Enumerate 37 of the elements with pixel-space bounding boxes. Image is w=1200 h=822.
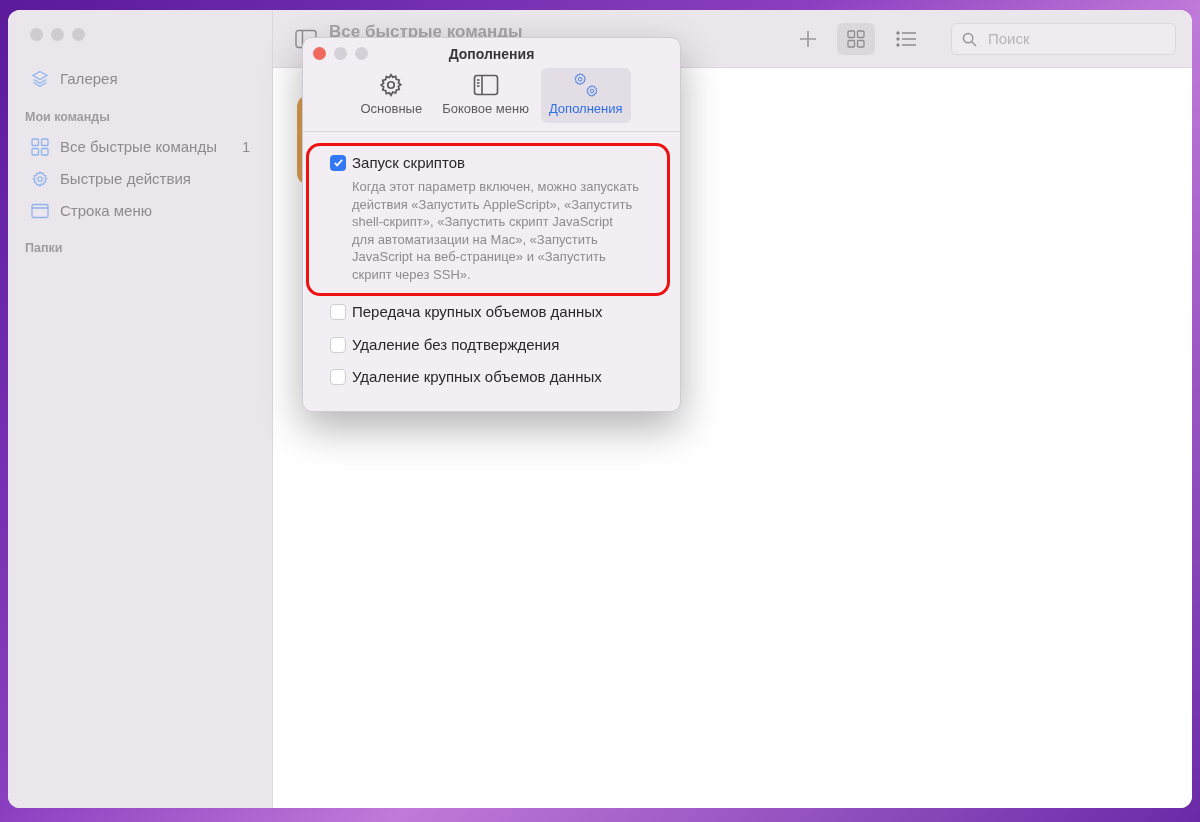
section-heading: Мои команды [25, 108, 111, 126]
grid-icon [31, 138, 49, 157]
window-icon [31, 202, 49, 221]
zoom-button[interactable] [355, 47, 368, 60]
sidebar-item[interactable]: Все быстрые команды 1 [28, 136, 252, 159]
sidebar-icon [472, 72, 499, 98]
close-button[interactable] [313, 47, 326, 60]
option-label: Передача крупных объемов данных [352, 302, 603, 322]
list-icon [896, 30, 916, 47]
toolbar-title: Все быстрые команды [329, 20, 523, 43]
plus-icon[interactable] [799, 29, 817, 48]
checkbox[interactable] [330, 154, 346, 171]
minimize-button[interactable] [334, 47, 347, 60]
gear-icon [31, 170, 49, 189]
preferences-tab[interactable]: Дополнения [540, 68, 631, 123]
dialog-title: Дополнения [448, 44, 535, 64]
checkbox[interactable] [330, 304, 346, 321]
checkmark-icon [332, 157, 344, 169]
sidebar-item[interactable]: Быстрые действия [28, 168, 252, 191]
option-label: Запуск скриптов [352, 152, 465, 173]
layers-icon [31, 70, 49, 89]
view-toggle[interactable] [837, 22, 875, 55]
item-count: 1 [242, 137, 251, 157]
section-heading: Папки [25, 240, 64, 258]
option-label: Удаление без подтверждения [352, 334, 560, 355]
checkbox[interactable] [330, 336, 346, 353]
preferences-tab[interactable]: Боковое меню [434, 68, 537, 123]
gear-icon [378, 72, 405, 98]
option-label: Удаление крупных объемов данных [352, 367, 602, 387]
grid-icon [847, 29, 865, 48]
sidebar-item[interactable]: Строка меню [28, 200, 252, 223]
search-icon [962, 31, 977, 47]
gallery-item[interactable]: Галерея [28, 68, 252, 91]
gears-icon [572, 72, 599, 98]
option-description: Когда этот параметр включен, можно запускать действия «Запустить AppleScript», «Запустить shell-скрипт», «Запустить скрипт JavaScript для автоматизации на Mac», «Запустить JavaScript на веб-странице» и «Запустить скрипт через SSH». [352, 178, 640, 283]
preferences-tab[interactable]: Основные [352, 68, 431, 123]
checkbox[interactable] [330, 369, 346, 386]
